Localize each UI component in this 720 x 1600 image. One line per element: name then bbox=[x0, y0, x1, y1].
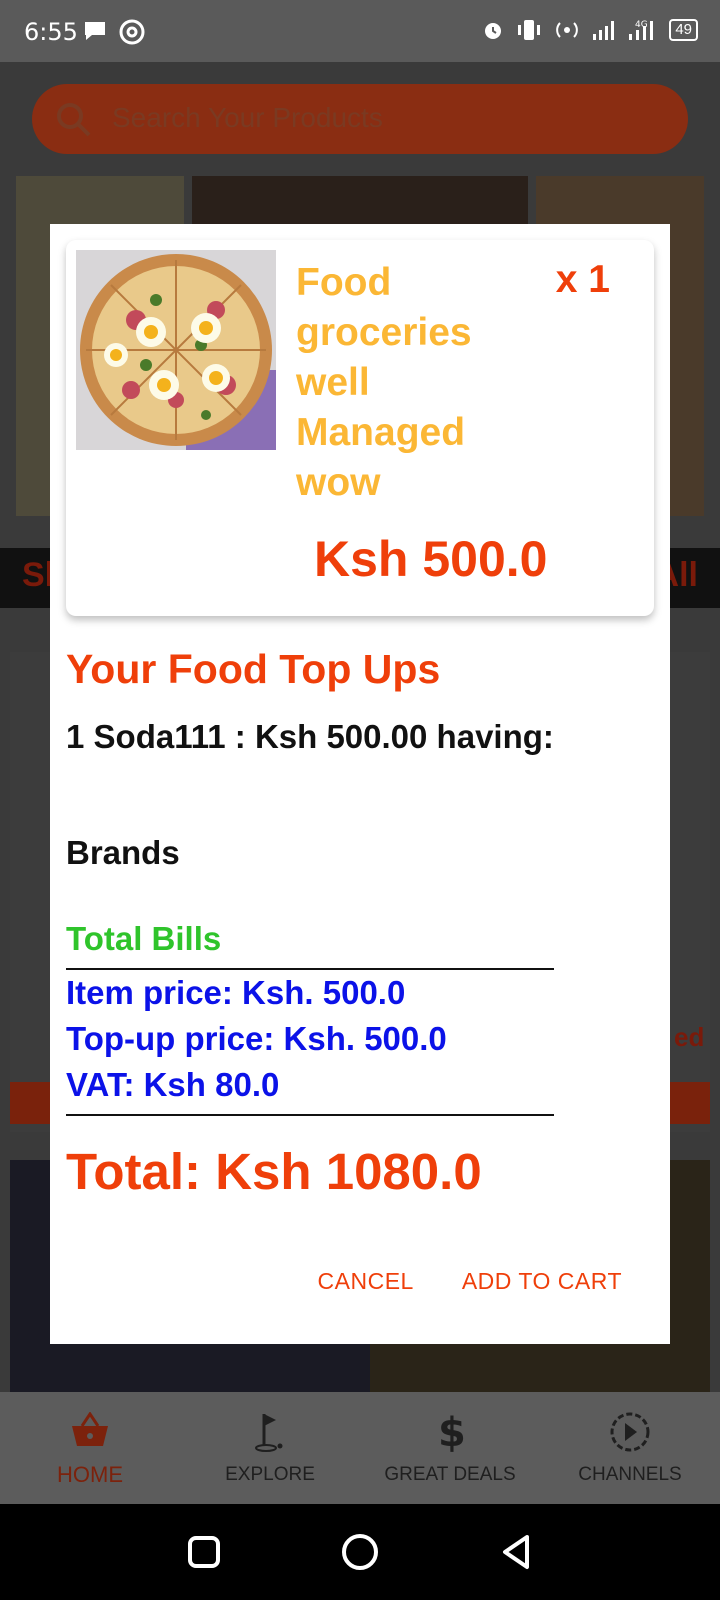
search-input[interactable]: Search Your Products bbox=[112, 102, 383, 134]
dialog-actions: CANCEL ADD TO CART bbox=[318, 1268, 622, 1295]
svg-text:$: $ bbox=[438, 1410, 465, 1454]
cancel-button[interactable]: CANCEL bbox=[318, 1268, 414, 1295]
nav-channels[interactable]: CHANNELS bbox=[540, 1392, 720, 1504]
status-left-icons bbox=[82, 18, 146, 46]
bills-heading: Total Bills bbox=[66, 920, 222, 957]
at-sign-icon bbox=[119, 19, 145, 45]
nav-home[interactable]: HOME bbox=[0, 1392, 180, 1504]
product-name: Food groceries well Managed wow bbox=[296, 261, 472, 504]
nav-home-label: HOME bbox=[57, 1462, 123, 1487]
favorite-button[interactable] bbox=[670, 1082, 710, 1124]
hotspot-icon bbox=[556, 22, 579, 38]
divider bbox=[66, 1114, 554, 1116]
chat-icon bbox=[85, 22, 105, 40]
alarm-icon bbox=[485, 23, 502, 39]
dollar-icon: $ bbox=[438, 1410, 465, 1454]
add-button[interactable] bbox=[10, 1082, 50, 1124]
topup-price-line: Top-up price: Ksh. 500.0 bbox=[66, 1020, 447, 1057]
product-price: Ksh 500.0 bbox=[314, 531, 548, 587]
battery-icon: 49 bbox=[669, 19, 698, 41]
nav-explore[interactable]: EXPLORE bbox=[180, 1392, 360, 1504]
recents-icon[interactable] bbox=[187, 1535, 221, 1569]
status-bar: 6:55 4G 49 bbox=[0, 0, 720, 62]
product-summary-card: Food groceries well Managed wow x 1 Ksh … bbox=[66, 240, 654, 616]
system-navigation-bar bbox=[0, 1504, 720, 1600]
product-card[interactable] bbox=[670, 652, 710, 1132]
status-right-icons: 4G 49 bbox=[481, 18, 698, 42]
basket-icon bbox=[72, 1412, 108, 1446]
home-icon[interactable] bbox=[341, 1533, 379, 1571]
brands-label: Brands bbox=[66, 834, 180, 871]
topups-heading: Your Food Top Ups bbox=[66, 646, 441, 692]
vibrate-icon bbox=[518, 20, 541, 40]
nav-great-deals[interactable]: $ GREAT DEALS bbox=[360, 1392, 540, 1504]
back-icon[interactable] bbox=[499, 1533, 533, 1571]
order-total: Total: Ksh 1080.0 bbox=[66, 1143, 482, 1200]
product-quantity: x 1 bbox=[555, 258, 610, 301]
status-time: 6:55 bbox=[24, 18, 78, 46]
signal-icon bbox=[593, 21, 615, 40]
search-icon bbox=[57, 103, 91, 137]
item-price-line: Item price: Ksh. 500.0 bbox=[66, 974, 406, 1011]
nav-explore-label: EXPLORE bbox=[225, 1464, 315, 1485]
add-to-cart-button[interactable]: ADD TO CART bbox=[462, 1268, 622, 1295]
add-to-cart-dialog: Food groceries well Managed wow x 1 Ksh … bbox=[50, 224, 670, 1344]
bottom-navigation: HOME EXPLORE $ GREAT DEALS CHANNELS bbox=[0, 1392, 720, 1504]
topup-item: 1 Soda111 : Ksh 500.00 having: bbox=[66, 718, 554, 755]
divider bbox=[66, 968, 554, 970]
signal-4g-icon: 4G bbox=[629, 20, 654, 40]
product-image bbox=[76, 250, 276, 450]
search-bar[interactable]: Search Your Products bbox=[32, 84, 688, 154]
nav-channels-label: CHANNELS bbox=[578, 1464, 682, 1485]
golf-flag-icon bbox=[255, 1414, 283, 1452]
product-card-title: ed bbox=[674, 1022, 705, 1052]
play-circle-icon bbox=[610, 1412, 650, 1452]
product-card[interactable] bbox=[10, 652, 50, 1132]
vat-line: VAT: Ksh 80.0 bbox=[66, 1066, 280, 1103]
nav-great-deals-label: GREAT DEALS bbox=[384, 1464, 516, 1485]
